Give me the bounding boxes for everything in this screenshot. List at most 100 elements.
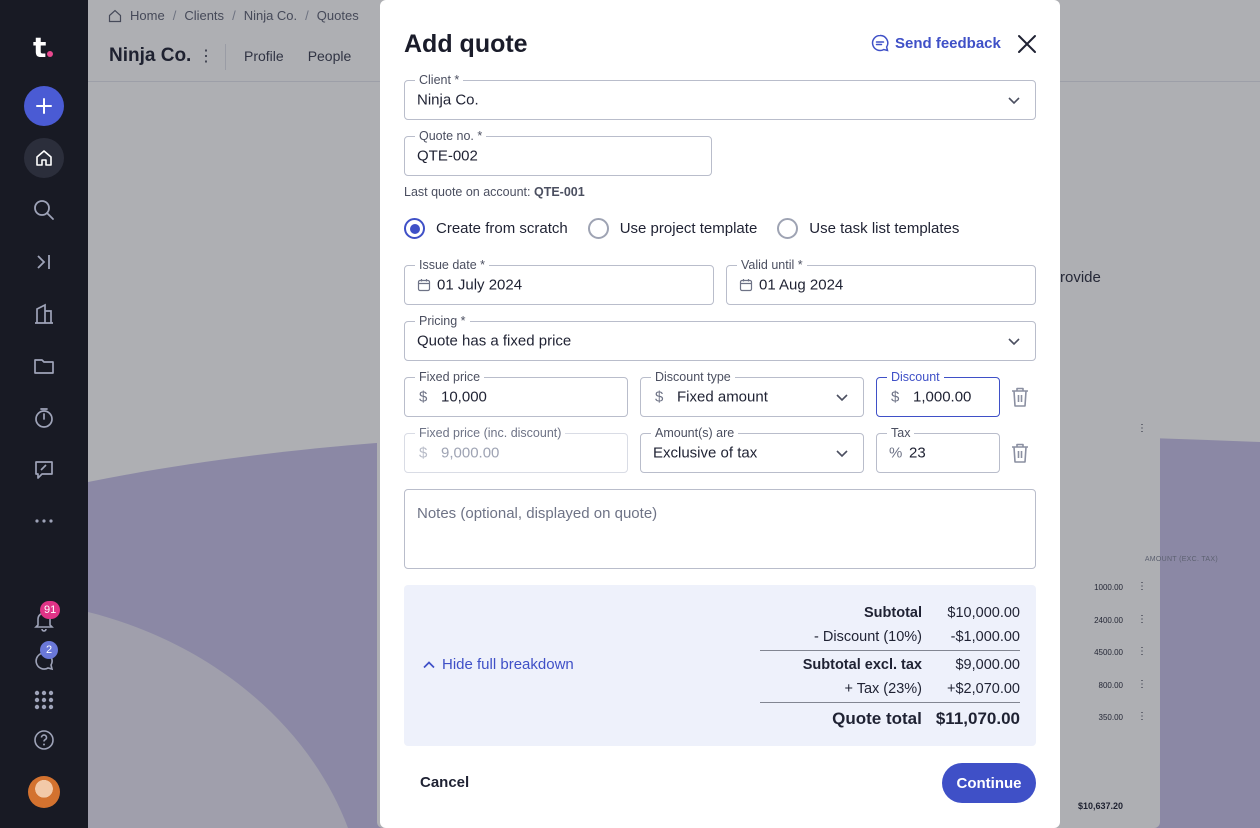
chevron-down-icon xyxy=(1008,338,1020,346)
quote-total-label: Quote total xyxy=(832,709,922,728)
more-horizontal-icon xyxy=(35,519,53,523)
send-feedback-link[interactable]: Send feedback xyxy=(871,34,1001,52)
quote-number-input[interactable]: Quote no. * QTE-002 xyxy=(404,128,712,176)
quote-source-options: Create from scratch Use project template… xyxy=(404,218,979,239)
tax-summary-label: + Tax (23%) xyxy=(844,681,922,697)
nav-home[interactable] xyxy=(24,138,64,178)
tax-input[interactable]: Tax % 23 xyxy=(876,425,1000,473)
discount-summary-label: - Discount (10%) xyxy=(814,629,922,645)
user-avatar[interactable] xyxy=(28,776,60,808)
fixed-price-input[interactable]: Fixed price $ 10,000 xyxy=(404,369,628,417)
valid-until-value: 01 Aug 2024 xyxy=(759,276,844,294)
continue-button[interactable]: Continue xyxy=(942,763,1036,803)
radio-unselected-icon xyxy=(587,218,609,239)
quote-total-value: $11,070.00 xyxy=(935,709,1020,728)
percent-prefix: % xyxy=(889,444,903,462)
discount-summary-value: -$1,000.00 xyxy=(950,629,1020,645)
notification-count-badge: 91 xyxy=(40,601,61,619)
fixed-price-value: 10,000 xyxy=(441,388,487,406)
quote-summary-panel: Hide full breakdown Subtotal $10,000.00 … xyxy=(404,585,1036,746)
chevron-down-icon xyxy=(836,450,848,458)
nav-expand[interactable] xyxy=(32,250,56,274)
valid-until-picker[interactable]: Valid until * 01 Aug 2024 xyxy=(726,257,1036,305)
search-icon xyxy=(34,200,54,220)
plus-icon xyxy=(36,98,52,114)
folder-icon xyxy=(34,359,54,374)
amounts-are-value: Exclusive of tax xyxy=(653,444,758,462)
chevron-down-icon xyxy=(836,394,848,402)
issue-date-value: 01 July 2024 xyxy=(437,276,523,294)
hide-breakdown-label: Hide full breakdown xyxy=(442,656,574,673)
amounts-are-select[interactable]: Amount(s) are Exclusive of tax xyxy=(640,425,864,473)
pricing-label: Pricing * xyxy=(415,313,470,329)
notes-textarea[interactable]: Notes (optional, displayed on quote) xyxy=(404,489,1036,569)
calendar-icon xyxy=(417,279,431,292)
nav-apps[interactable] xyxy=(32,688,56,712)
currency-prefix: $ xyxy=(891,388,900,406)
cancel-button[interactable]: Cancel xyxy=(420,774,469,791)
create-button[interactable] xyxy=(24,86,64,126)
stopwatch-icon xyxy=(35,408,53,428)
tax-label: Tax xyxy=(887,425,915,441)
apps-grid-icon xyxy=(34,690,54,710)
app-logo[interactable]: t xyxy=(33,34,54,62)
radio-create-from-scratch[interactable]: Create from scratch xyxy=(404,218,568,239)
fixed-price-inc-discount-input: Fixed price (inc. discount) $ 9,000.00 xyxy=(404,425,628,473)
discount-row: - Discount (10%) -$1,000.00 xyxy=(814,629,1020,645)
feedback-chat-icon xyxy=(871,34,889,52)
app-sidebar: t 91 2 xyxy=(0,0,88,828)
tax-value: 23 xyxy=(909,444,926,462)
chevron-down-icon xyxy=(1008,97,1020,105)
quote-total-row: Quote total $11,070.00 xyxy=(832,709,1020,729)
nav-notes[interactable] xyxy=(32,458,56,482)
discount-label: Discount xyxy=(887,369,944,385)
radio-use-task-list-templates[interactable]: Use task list templates xyxy=(777,218,959,239)
delete-discount-icon[interactable] xyxy=(1010,386,1030,408)
close-icon[interactable] xyxy=(1016,33,1038,55)
summary-divider xyxy=(760,650,1020,651)
discount-type-label: Discount type xyxy=(651,369,735,385)
last-quote-hint: Last quote on account: QTE-001 xyxy=(404,185,585,199)
issue-date-label: Issue date * xyxy=(415,257,490,273)
quote-number-value: QTE-002 xyxy=(417,147,478,165)
last-quote-value: QTE-001 xyxy=(533,185,585,199)
delete-tax-icon[interactable] xyxy=(1010,442,1030,464)
client-value: Ninja Co. xyxy=(417,91,479,109)
nav-timer[interactable] xyxy=(32,406,56,430)
issue-date-picker[interactable]: Issue date * 01 July 2024 xyxy=(404,257,714,305)
nav-projects[interactable] xyxy=(32,354,56,378)
send-feedback-label: Send feedback xyxy=(895,34,1001,52)
hide-breakdown-toggle[interactable]: Hide full breakdown xyxy=(422,656,574,673)
subtotal-excl-tax-row: Subtotal excl. tax $9,000.00 xyxy=(803,657,1020,673)
currency-prefix: $ xyxy=(655,388,664,406)
quote-number-label: Quote no. * xyxy=(415,128,487,144)
building-icon xyxy=(35,303,53,324)
nav-clients[interactable] xyxy=(32,302,56,326)
valid-until-label: Valid until * xyxy=(737,257,807,273)
discount-input[interactable]: Discount $ 1,000.00 xyxy=(876,369,1000,417)
pricing-select[interactable]: Pricing * Quote has a fixed price xyxy=(404,313,1036,361)
add-quote-dialog: Add quote Send feedback Client * Ninja C… xyxy=(380,0,1060,828)
notes-placeholder: Notes (optional, displayed on quote) xyxy=(417,505,658,522)
client-select[interactable]: Client * Ninja Co. xyxy=(404,72,1036,120)
fixed-price-label: Fixed price xyxy=(415,369,485,385)
calendar-icon xyxy=(739,279,753,292)
summary-divider xyxy=(760,702,1020,703)
subtotal-row: Subtotal $10,000.00 xyxy=(864,605,1020,621)
radio-unselected-icon xyxy=(777,218,799,239)
nav-search[interactable] xyxy=(32,198,56,222)
discount-type-select[interactable]: Discount type $ Fixed amount xyxy=(640,369,864,417)
subtotal-label: Subtotal xyxy=(864,605,922,621)
home-icon xyxy=(36,150,52,166)
nav-more[interactable] xyxy=(32,509,56,533)
message-count-badge: 2 xyxy=(40,641,58,659)
nav-help[interactable] xyxy=(32,728,56,752)
fixed-price-inc-discount-value: 9,000.00 xyxy=(441,444,500,462)
radio-use-project-template[interactable]: Use project template xyxy=(587,218,757,239)
dialog-title: Add quote xyxy=(404,30,528,58)
subtotal-value: $10,000.00 xyxy=(947,605,1020,621)
radio-selected-icon xyxy=(404,218,425,239)
discount-type-value: Fixed amount xyxy=(677,388,768,406)
expand-sidebar-icon xyxy=(37,255,50,269)
currency-prefix: $ xyxy=(419,444,428,462)
